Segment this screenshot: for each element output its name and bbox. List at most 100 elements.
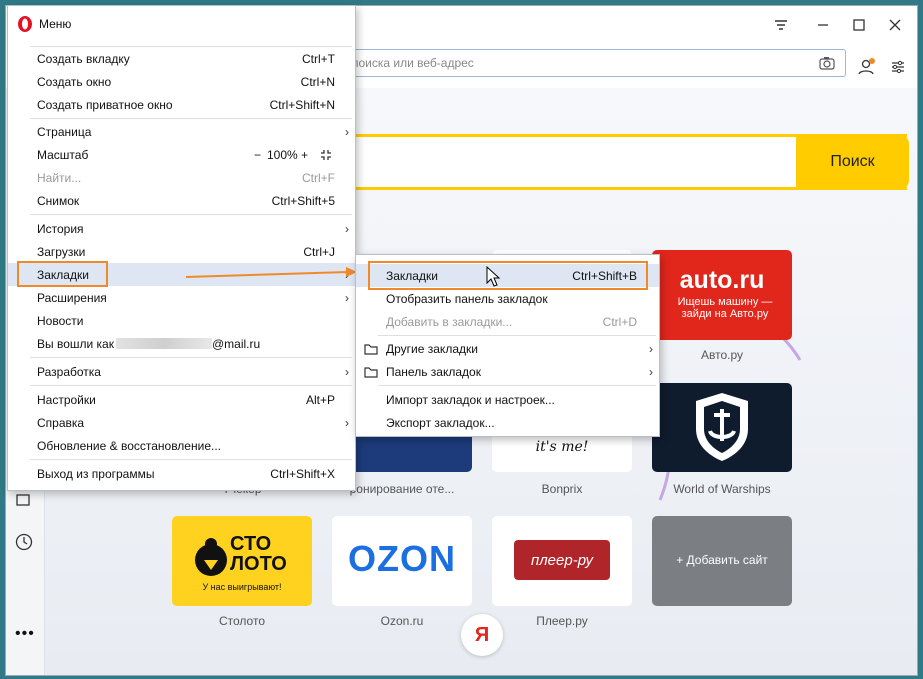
address-placeholder: поиска или веб-адрес bbox=[352, 56, 474, 70]
stoloto-logo-2: ЛОТО bbox=[230, 553, 287, 575]
auto-ru-subtitle: Ищешь машину — зайди на Авто.ру bbox=[677, 296, 773, 320]
chevron-right-icon: › bbox=[345, 415, 349, 430]
add-site-button[interactable]: + Добавить сайт bbox=[652, 516, 792, 606]
close-button[interactable] bbox=[880, 12, 910, 38]
pleer-logo: плеер-ру bbox=[514, 540, 610, 580]
ozon-logo: OZON bbox=[348, 538, 456, 579]
redacted-email bbox=[116, 338, 212, 349]
submenu-item-export[interactable]: Экспорт закладок... bbox=[356, 411, 659, 434]
menu-item-page[interactable]: Страница › bbox=[8, 120, 355, 143]
menu-item-update-recovery[interactable]: Обновление & восстановление... bbox=[8, 434, 355, 457]
folder-icon bbox=[364, 343, 378, 358]
menu-shortcut: Ctrl+Shift+X bbox=[270, 466, 335, 481]
player-icon[interactable] bbox=[16, 493, 34, 512]
zoom-out-button[interactable]: − bbox=[254, 148, 261, 162]
menu-item-zoom: Масштаб − 100% + bbox=[8, 143, 355, 166]
submenu-item-label: Отобразить панель закладок bbox=[386, 291, 548, 306]
tile-caption: Ozon.ru bbox=[380, 614, 424, 628]
menu-item-new-window[interactable]: Создать окно Ctrl+N bbox=[8, 70, 355, 93]
tile-pleer[interactable]: плеер-ру bbox=[492, 516, 632, 606]
submenu-item-label: Панель закладок bbox=[386, 364, 481, 379]
address-bar[interactable]: поиска или веб-адрес bbox=[301, 49, 846, 77]
camera-icon[interactable] bbox=[819, 56, 835, 73]
search-button[interactable]: Поиск bbox=[796, 134, 909, 190]
menu-item-label: Расширения bbox=[37, 290, 107, 305]
zoom-value: 100% bbox=[267, 147, 298, 162]
submenu-item-label: Экспорт закладок... bbox=[386, 415, 495, 430]
more-icon[interactable]: ••• bbox=[15, 625, 35, 643]
tab-menu-icon[interactable] bbox=[766, 12, 796, 38]
menu-item-extensions[interactable]: Расширения › bbox=[8, 286, 355, 309]
stoloto-logo-1: СТО bbox=[230, 533, 272, 555]
menu-shortcut: Ctrl+Shift+5 bbox=[271, 193, 335, 208]
submenu-item-label: Импорт закладок и настроек... bbox=[386, 392, 555, 407]
submenu-bookmarks-highlight bbox=[368, 261, 648, 290]
menu-item-label: История bbox=[37, 221, 84, 236]
chevron-right-icon: › bbox=[649, 341, 653, 356]
menu-item-news[interactable]: Новости bbox=[8, 309, 355, 332]
submenu-item-other-bookmarks[interactable]: Другие закладки › bbox=[356, 337, 659, 360]
submenu-divider bbox=[378, 335, 656, 336]
menu-title: Меню bbox=[39, 16, 72, 31]
account-icon[interactable] bbox=[851, 54, 881, 80]
tile-caption: Авто.ру bbox=[700, 348, 744, 362]
menu-item-find[interactable]: Найти... Ctrl+F bbox=[8, 166, 355, 189]
menu-item-new-tab[interactable]: Создать вкладку Ctrl+T bbox=[8, 47, 355, 70]
maximize-button[interactable] bbox=[844, 12, 874, 38]
menu-divider bbox=[30, 118, 352, 119]
menu-item-settings[interactable]: Настройки Alt+P bbox=[8, 388, 355, 411]
menu-item-label: Справка bbox=[37, 415, 85, 430]
menu-item-exit[interactable]: Выход из программы Ctrl+Shift+X bbox=[8, 462, 355, 485]
menu-item-label: Создать вкладку bbox=[37, 51, 130, 66]
tile-ozon[interactable]: OZON bbox=[332, 516, 472, 606]
menu-item-help[interactable]: Справка › bbox=[8, 411, 355, 434]
menu-item-label: Найти... bbox=[37, 170, 82, 185]
menu-item-new-private-window[interactable]: Создать приватное окно Ctrl+Shift+N bbox=[8, 93, 355, 116]
chevron-right-icon: › bbox=[345, 221, 349, 236]
submenu-item-add-bookmark[interactable]: Добавить в закладки... Ctrl+D bbox=[356, 310, 659, 333]
yandex-button[interactable]: Я bbox=[461, 614, 503, 656]
chevron-right-icon: › bbox=[345, 290, 349, 305]
menu-item-label: Снимок bbox=[37, 193, 80, 208]
menu-shortcut: Ctrl+T bbox=[302, 51, 335, 66]
submenu-divider bbox=[378, 385, 656, 386]
menu-item-label: Масштаб bbox=[37, 147, 89, 162]
menu-shortcut: Ctrl+F bbox=[302, 170, 335, 185]
menu-item-label: Новости bbox=[37, 313, 84, 328]
tile-world-of-warships[interactable] bbox=[652, 383, 792, 472]
menu-item-developer[interactable]: Разработка › bbox=[8, 360, 355, 383]
zoom-in-button[interactable]: + bbox=[301, 148, 308, 162]
tile-caption: World of Warships bbox=[673, 482, 771, 496]
opera-logo-icon bbox=[17, 15, 33, 36]
menu-item-signed-in[interactable]: Вы вошли как @mail.ru bbox=[8, 332, 355, 355]
menu-item-snapshot[interactable]: Снимок Ctrl+Shift+5 bbox=[8, 189, 355, 212]
menu-divider bbox=[30, 214, 352, 215]
menu-item-downloads[interactable]: Загрузки Ctrl+J bbox=[8, 240, 355, 263]
warships-shield-icon bbox=[696, 393, 748, 461]
menu-divider bbox=[30, 357, 352, 358]
fullscreen-icon[interactable] bbox=[320, 149, 332, 164]
menu-item-history[interactable]: История › bbox=[8, 217, 355, 240]
mouse-cursor-icon bbox=[486, 266, 501, 287]
menu-item-label: Создать окно bbox=[37, 74, 112, 89]
menu-item-label: Настройки bbox=[37, 392, 96, 407]
account-email-suffix: @mail.ru bbox=[212, 336, 261, 351]
menu-shortcut: Ctrl+Shift+N bbox=[269, 97, 335, 112]
submenu-item-import[interactable]: Импорт закладок и настроек... bbox=[356, 388, 659, 411]
auto-ru-logo: auto.ru bbox=[679, 266, 765, 294]
menu-shortcut: Ctrl+N bbox=[300, 74, 335, 89]
tile-auto-ru[interactable]: auto.ru Ищешь машину — зайди на Авто.ру bbox=[652, 250, 792, 340]
stoloto-logo-icon bbox=[195, 538, 227, 576]
submenu-item-label: Добавить в закладки... bbox=[386, 314, 513, 329]
bonprix-slogan: it's me! bbox=[535, 439, 589, 455]
history-clock-icon[interactable] bbox=[15, 533, 33, 554]
chevron-right-icon: › bbox=[649, 364, 653, 379]
submenu-item-show-bookmarks-bar[interactable]: Отобразить панель закладок bbox=[356, 287, 659, 310]
easy-setup-icon[interactable] bbox=[883, 54, 913, 80]
minimize-button[interactable] bbox=[808, 12, 838, 38]
opera-main-menu: Меню Создать вкладку Ctrl+T Создать окно… bbox=[7, 5, 356, 491]
chevron-right-icon: › bbox=[345, 364, 349, 379]
submenu-item-label: Другие закладки bbox=[386, 341, 478, 356]
tile-stoloto[interactable]: СТО ЛОТО У нас выигрывают! bbox=[172, 516, 312, 606]
submenu-item-bookmarks-bar[interactable]: Панель закладок › bbox=[356, 360, 659, 383]
